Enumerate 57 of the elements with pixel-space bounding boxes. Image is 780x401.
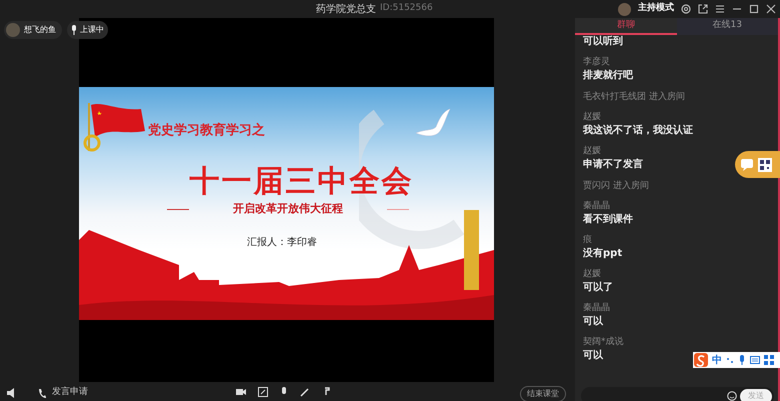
settings-icon[interactable]	[681, 4, 691, 14]
emoji-icon[interactable]	[727, 391, 737, 401]
message-text: 排麦就行吧	[583, 69, 633, 83]
close-icon[interactable]	[766, 4, 776, 14]
input-method-toolbar[interactable]: 中	[693, 352, 780, 368]
camera-off-icon[interactable]	[236, 387, 246, 398]
punctuation-icon	[726, 355, 734, 365]
slide-subtitle: 党史学习教育学习之	[148, 122, 265, 140]
flag-drawing	[83, 101, 145, 153]
message-sender: 李彦灵	[583, 56, 610, 69]
external-link-icon[interactable]	[698, 4, 708, 14]
microphone-icon	[71, 25, 77, 35]
phone-icon[interactable]	[38, 388, 46, 398]
maximize-icon[interactable]	[749, 4, 759, 14]
message-text: 没有ppt	[583, 247, 622, 261]
message-text: 申请不了发言	[583, 158, 643, 172]
message-text: 可以	[583, 349, 603, 363]
menu-icon[interactable]	[715, 4, 725, 14]
message-sender: 赵媛	[583, 268, 601, 281]
message-sender: 赵媛	[583, 145, 601, 158]
system-notice: 贾闪闪 进入房间	[583, 180, 649, 193]
input-mode-label: 中	[712, 354, 722, 368]
chat-tab[interactable]: 在线13	[676, 18, 778, 35]
host-mode-label: 主持模式	[638, 2, 674, 16]
speaker-icon[interactable]	[6, 388, 16, 398]
share-icon[interactable]	[258, 387, 268, 398]
avatar-icon[interactable]	[618, 2, 631, 16]
message-text: 看不到课件	[583, 213, 633, 227]
room-id: ID:5152566	[380, 2, 433, 16]
message-sender: 契阔*成说	[583, 336, 624, 349]
message-text: 可以了	[583, 281, 613, 295]
keyboard-icon	[750, 355, 760, 365]
qr-code-icon	[758, 158, 772, 172]
end-class-button[interactable]: 结束课堂	[520, 386, 566, 401]
window-title: 药学院党总支	[316, 2, 376, 16]
chat-bubble-icon	[740, 158, 754, 172]
speak-request-button[interactable]: 发言申请	[52, 386, 88, 400]
message-text: 我这说不了话，我没认证	[583, 124, 693, 138]
chat-tab[interactable]: 群聊	[575, 18, 676, 35]
presenter-chip[interactable]: 想飞的鱼	[4, 21, 62, 39]
message-sender: 痕	[583, 234, 592, 247]
avatar-icon	[6, 23, 20, 37]
input-method-logo-icon	[694, 353, 708, 367]
slide-tagline: 开启改革开放伟大征程	[233, 201, 343, 217]
status-chip: 上课中	[67, 21, 108, 39]
message-text: 可以	[583, 315, 603, 329]
message-sender: 赵媛	[583, 111, 601, 124]
grid-icon	[764, 355, 774, 365]
slide-title: 十一届三中全会	[190, 163, 414, 201]
microphone-icon	[738, 355, 746, 365]
system-notice: 毛衣针打毛线团 进入房间	[583, 90, 685, 104]
message-text: 可以听到	[583, 35, 623, 49]
message-sender: 秦晶晶	[583, 200, 610, 213]
slide-reporter: 汇报人：李印睿	[247, 236, 317, 250]
pen-icon[interactable]	[300, 387, 310, 398]
floating-widget[interactable]	[735, 151, 780, 178]
message-sender: 秦晶晶	[583, 302, 610, 315]
